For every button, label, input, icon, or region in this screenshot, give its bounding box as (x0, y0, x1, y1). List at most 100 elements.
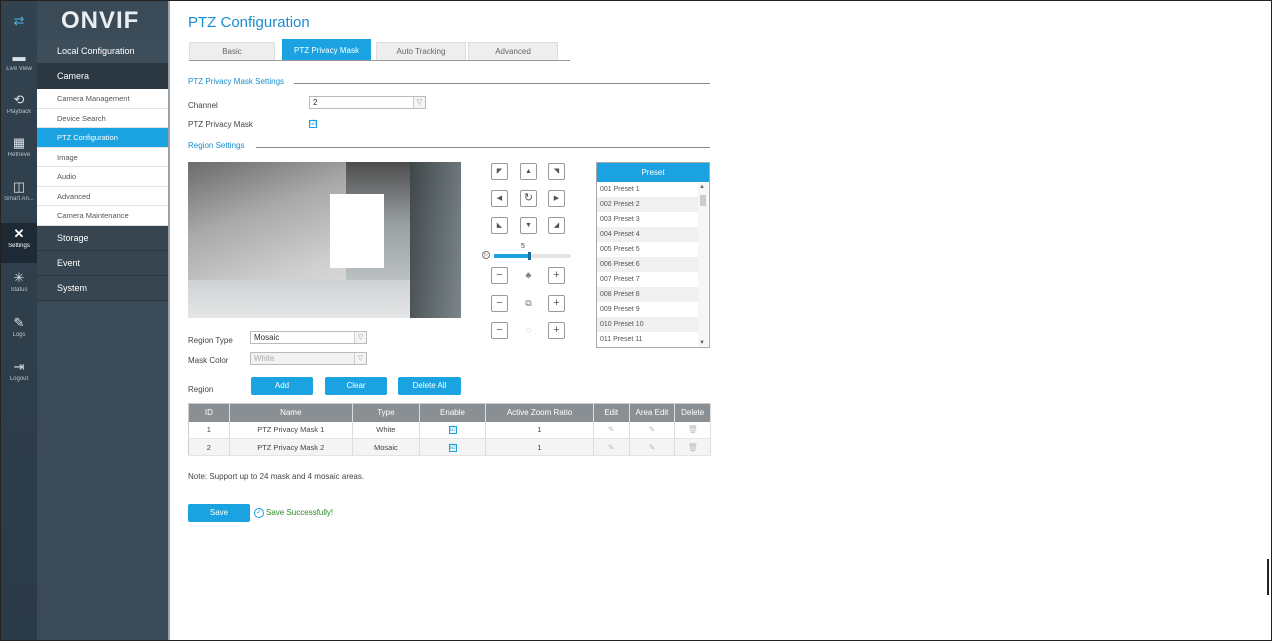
tab-ptz-privacy-mask[interactable]: PTZ Privacy Mask (282, 39, 371, 60)
zoom-icon: ♣ (525, 270, 532, 280)
menu-system[interactable]: System (37, 275, 168, 301)
ptz-up-right-button[interactable]: ◥ (548, 163, 565, 180)
ptz-down-right-button[interactable]: ◢ (548, 217, 565, 234)
preset-scrollbar[interactable]: ▲ ▼ (698, 183, 708, 347)
rail-label: Retrieve (7, 152, 31, 158)
scroll-thumb[interactable] (700, 195, 706, 206)
submenu-advanced[interactable]: Advanced (37, 187, 168, 206)
ptz-down-button[interactable]: ▼ (520, 217, 537, 234)
privacy-mask-region[interactable] (330, 194, 384, 268)
rail-status[interactable]: ✳ Status (1, 267, 37, 307)
iris-icon: ◌ (525, 325, 532, 335)
rail-retrieve[interactable]: ▦ Retrieve (1, 132, 37, 172)
preset-item[interactable]: 008 Preset 8 (597, 287, 698, 302)
enable-checkbox[interactable]: ☑ (448, 426, 457, 435)
preset-item[interactable]: 009 Preset 9 (597, 302, 698, 317)
preset-item[interactable]: 007 Preset 7 (597, 272, 698, 287)
focus-in-button[interactable]: + (548, 295, 565, 312)
trash-icon[interactable]: 🗑 (688, 425, 698, 434)
preset-item[interactable]: 006 Preset 6 (597, 257, 698, 272)
ptz-down-left-button[interactable]: ◣ (491, 217, 508, 234)
tab-bar: Basic PTZ Privacy Mask Auto Tracking Adv… (189, 39, 570, 61)
focus-out-button[interactable]: − (491, 295, 508, 312)
table-row[interactable]: 2 PTZ Privacy Mask 2 Mosaic ☑ 1 ✎ ✎ 🗑 (188, 438, 711, 456)
column-header-zoom-ratio: Active Zoom Ratio (485, 403, 594, 422)
rail-playback[interactable]: ⟲ Playback (1, 89, 37, 129)
menu-storage[interactable]: Storage (37, 225, 168, 251)
rail-label: Logout (9, 376, 29, 382)
scroll-down-icon[interactable]: ▼ (699, 340, 705, 346)
iris-open-button[interactable]: + (548, 322, 565, 339)
menu-camera[interactable]: Camera (37, 64, 168, 89)
zoom-in-button[interactable]: + (548, 267, 565, 284)
region-type-label: Region Type (188, 336, 233, 345)
tab-advanced[interactable]: Advanced (468, 42, 558, 60)
submenu-image[interactable]: Image (37, 148, 168, 167)
live-view-icon: ▬ (12, 49, 26, 64)
submenu-camera-maintenance[interactable]: Camera Maintenance (37, 206, 168, 226)
rail-settings[interactable]: ✕ Settings (1, 223, 37, 263)
channel-select[interactable]: 2 ▽ (309, 96, 426, 109)
channel-label: Channel (188, 101, 218, 110)
trash-icon[interactable]: 🗑 (688, 443, 698, 452)
chevron-down-icon: ▽ (354, 353, 366, 364)
save-status-text: Save Successfully! (266, 508, 334, 518)
menu-event[interactable]: Event (37, 250, 168, 276)
rail-smart-analysis[interactable]: ◫ Smart An... (1, 176, 37, 216)
region-settings-title: Region Settings (188, 141, 245, 150)
submenu-ptz-configuration[interactable]: PTZ Configuration (37, 128, 168, 148)
preset-item[interactable]: 002 Preset 2 (597, 197, 698, 212)
tab-auto-tracking[interactable]: Auto Tracking (376, 42, 466, 60)
edit-icon[interactable]: ✎ (608, 443, 615, 452)
logs-icon: ✎ (13, 315, 25, 330)
ptz-up-button[interactable]: ▲ (520, 163, 537, 180)
menu-local-configuration[interactable]: Local Configuration (37, 39, 168, 64)
rail-label: Settings (8, 243, 30, 249)
save-status: ✓ Save Successfully! (254, 508, 333, 518)
ptz-right-button[interactable]: ▶ (548, 190, 565, 207)
rail-label: Live View (6, 66, 32, 72)
region-type-select[interactable]: Mosaic ▽ (250, 331, 367, 344)
area-edit-icon[interactable]: ✎ (649, 425, 656, 434)
add-region-button[interactable]: Add (251, 377, 313, 395)
ptz-up-left-button[interactable]: ◤ (491, 163, 508, 180)
mask-color-select[interactable]: White ▽ (250, 352, 367, 365)
menu-toggle[interactable]: ⇄ (1, 1, 37, 41)
settings-menu: ONVIF Local Configuration Camera Camera … (37, 1, 168, 640)
speed-slider-handle[interactable] (527, 252, 531, 260)
scroll-up-icon[interactable]: ▲ (699, 184, 705, 190)
rail-logs[interactable]: ✎ Logs (1, 312, 37, 352)
tab-basic[interactable]: Basic (189, 42, 275, 60)
app-window: ⇄ ▬ Live View ⟲ Playback ▦ Retrieve ◫ Sm… (0, 0, 1272, 641)
preset-item[interactable]: 003 Preset 3 (597, 212, 698, 227)
preset-item[interactable]: 005 Preset 5 (597, 242, 698, 257)
speed-slider[interactable] (494, 252, 571, 260)
rail-logout[interactable]: ⇥ Logout (1, 356, 37, 396)
preset-item[interactable]: 010 Preset 10 (597, 317, 698, 332)
area-edit-icon[interactable]: ✎ (649, 443, 656, 452)
zoom-out-button[interactable]: − (491, 267, 508, 284)
chevron-down-icon: ▽ (413, 97, 425, 108)
preset-item[interactable]: 011 Preset 11 (597, 332, 698, 347)
enable-checkbox[interactable]: ☑ (448, 443, 457, 452)
video-preview[interactable] (188, 162, 461, 318)
clear-region-button[interactable]: Clear (325, 377, 387, 395)
save-button[interactable]: Save (188, 504, 250, 522)
table-row[interactable]: 1 PTZ Privacy Mask 1 White ☑ 1 ✎ ✎ 🗑 (188, 421, 711, 439)
preset-item[interactable]: 001 Preset 1 (597, 182, 698, 197)
submenu-device-search[interactable]: Device Search (37, 109, 168, 128)
iris-close-button[interactable]: − (491, 322, 508, 339)
privacy-mask-checkbox[interactable]: ☑ (309, 120, 317, 128)
preset-item[interactable]: 004 Preset 4 (597, 227, 698, 242)
rail-label: Status (10, 287, 28, 293)
ptz-left-button[interactable]: ◀ (491, 190, 508, 207)
cell-enable: ☑ (419, 438, 487, 456)
chevron-down-icon: ▽ (354, 332, 366, 343)
rail-live-view[interactable]: ▬ Live View (1, 46, 37, 86)
edit-icon[interactable]: ✎ (608, 425, 615, 434)
delete-all-button[interactable]: Delete All (398, 377, 461, 395)
submenu-camera-management[interactable]: Camera Management (37, 89, 168, 109)
submenu-audio[interactable]: Audio (37, 167, 168, 187)
ptz-auto-scan-button[interactable]: ↻ (520, 190, 537, 207)
rail-label: Logs (12, 332, 26, 338)
